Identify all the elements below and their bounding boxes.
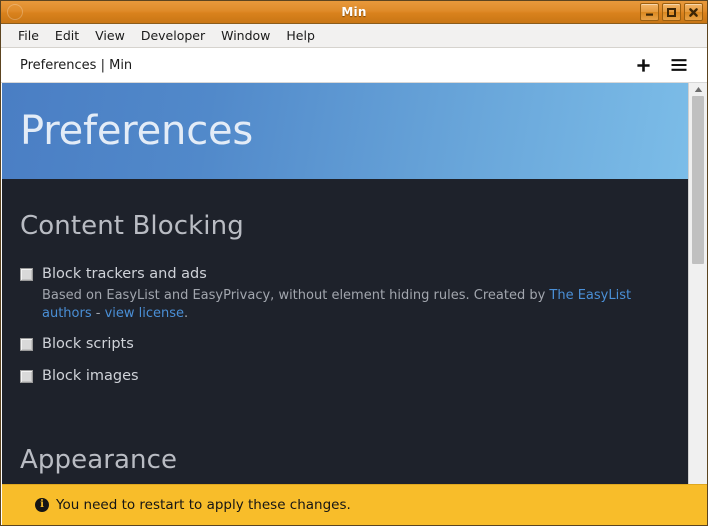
description-text-1: Based on EasyList and EasyPrivacy, witho… (42, 288, 550, 303)
section-heading-content-blocking: Content Blocking (20, 211, 244, 241)
pref-label-block-scripts: Block scripts (42, 336, 134, 352)
tab-preferences[interactable]: Preferences | Min (1, 58, 633, 73)
pref-block-scripts[interactable]: Block scripts (20, 335, 673, 353)
restart-notification-text: You need to restart to apply these chang… (56, 497, 351, 513)
page-title: Preferences (20, 108, 254, 154)
vertical-scrollbar[interactable] (688, 83, 707, 525)
section-content-blocking: Content Blocking Block trackers and ads … (2, 211, 691, 385)
page-banner: Preferences (2, 83, 691, 179)
checkbox-block-trackers-and-ads[interactable] (20, 268, 33, 281)
hamburger-menu-icon (671, 59, 687, 71)
new-tab-button[interactable] (633, 55, 653, 75)
minimize-icon (646, 13, 653, 16)
tab-strip: Preferences | Min (1, 48, 707, 83)
web-content-area: Preferences Content Blocking Block track… (1, 83, 707, 525)
checkbox-block-scripts[interactable] (20, 338, 33, 351)
menu-item-window[interactable]: Window (213, 26, 278, 46)
plus-icon (636, 58, 650, 72)
description-text-2: - (91, 306, 105, 321)
checkbox-block-images[interactable] (20, 370, 33, 383)
scrollbar-thumb[interactable] (692, 96, 704, 264)
close-icon (689, 7, 698, 17)
restart-notification-bar: i You need to restart to apply these cha… (2, 484, 707, 525)
menu-item-help[interactable]: Help (278, 26, 323, 46)
app-menu-button[interactable] (669, 55, 689, 75)
description-text-3: . (184, 306, 189, 321)
window-controls (640, 3, 703, 21)
circle-icon (7, 4, 23, 20)
pref-label-block-trackers-and-ads: Block trackers and ads (42, 266, 207, 282)
application-window: Min File Edit View Developer Window Help… (0, 0, 708, 526)
preferences-page: Preferences Content Blocking Block track… (2, 83, 691, 525)
scroll-up-arrow-icon (694, 86, 702, 92)
title-bar[interactable]: Min (1, 1, 707, 24)
maximize-icon (667, 7, 676, 17)
menu-item-developer[interactable]: Developer (133, 26, 213, 46)
pref-block-images[interactable]: Block images (20, 367, 673, 385)
pref-block-trackers-and-ads[interactable]: Block trackers and ads (20, 265, 673, 283)
window-title: Min (341, 5, 367, 19)
pref-label-block-images: Block images (42, 368, 139, 384)
pref-description-block-trackers-and-ads: Based on EasyList and EasyPrivacy, witho… (42, 287, 642, 323)
scroll-up-button[interactable] (689, 83, 707, 95)
menu-item-view[interactable]: View (87, 26, 133, 46)
menu-bar: File Edit View Developer Window Help (1, 24, 707, 48)
maximize-button[interactable] (662, 3, 681, 21)
section-heading-appearance: Appearance (20, 445, 178, 475)
menu-item-file[interactable]: File (10, 26, 47, 46)
section-appearance: Appearance (2, 445, 691, 475)
link-view-license[interactable]: view license (105, 306, 184, 321)
tab-strip-actions (633, 55, 707, 75)
info-icon: i (35, 498, 49, 512)
minimize-button[interactable] (640, 3, 659, 21)
menu-item-edit[interactable]: Edit (47, 26, 87, 46)
close-button[interactable] (684, 3, 703, 21)
